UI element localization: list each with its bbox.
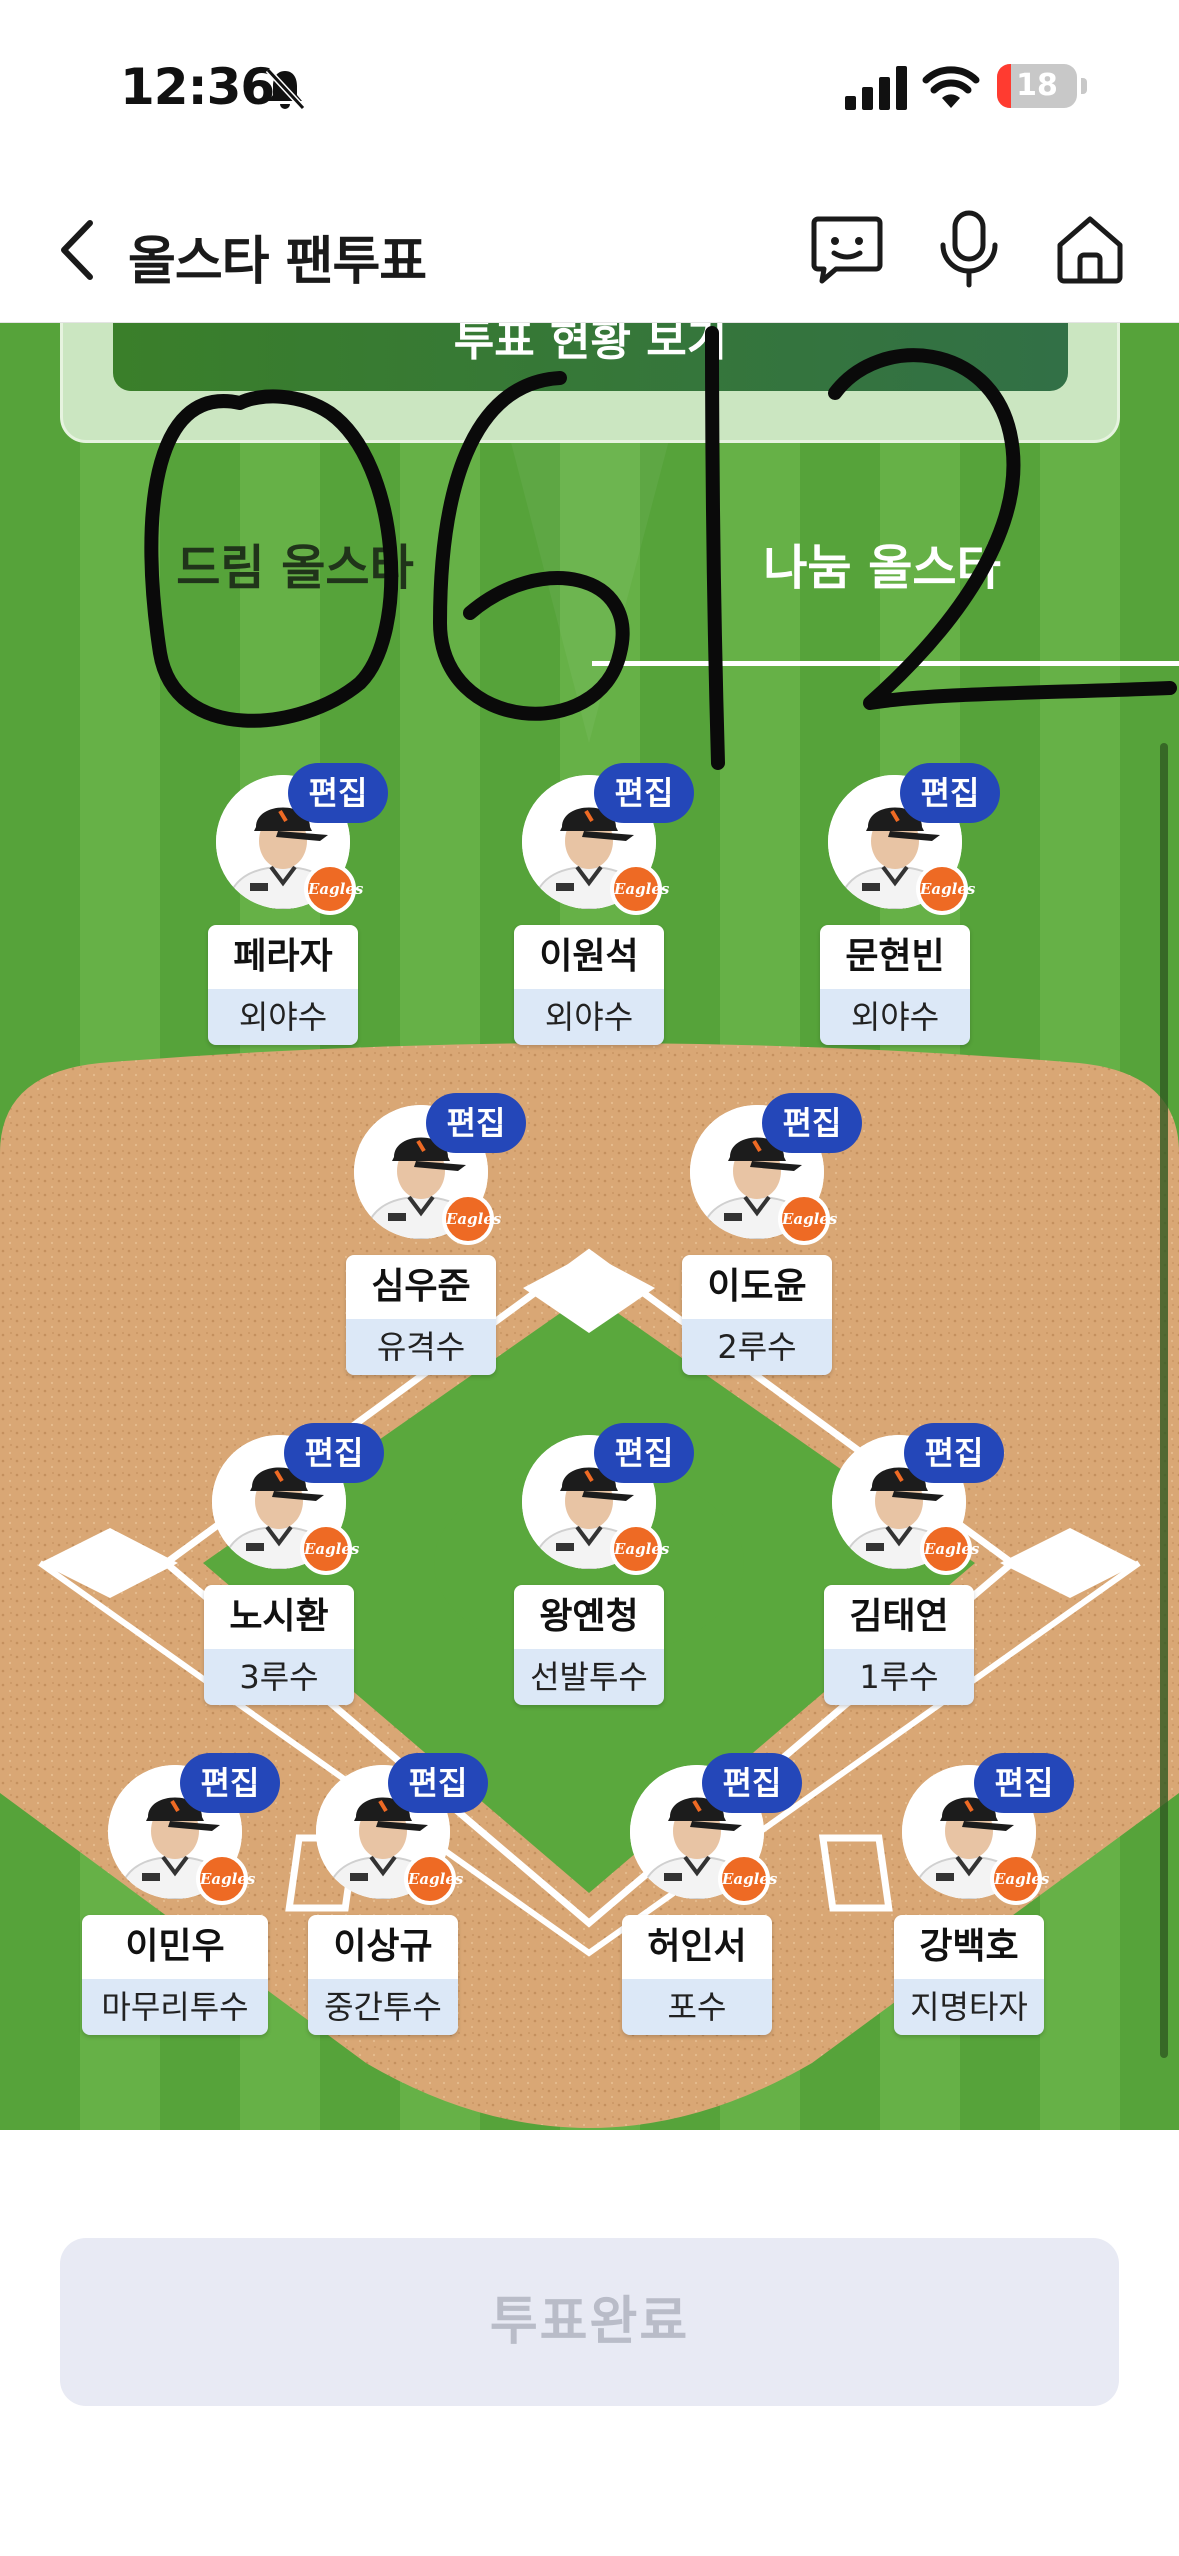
battery-tip [1081,78,1087,94]
player-card: 허인서 포수 [622,1915,772,2035]
battery-indicator: 18 [997,64,1077,108]
eagles-logo-icon: Eagles [916,863,975,915]
nav-bar: 올스타 팬투표 [0,175,1179,323]
player-name: 강백호 [894,1915,1044,1979]
player-card: 왕옌청 선발투수 [514,1585,664,1705]
player-position: 2루수 [682,1319,832,1375]
player-position: 지명타자 [894,1979,1044,2035]
edit-button[interactable]: 편집 [594,1423,694,1483]
player-card: 페라자 외야수 [208,925,358,1045]
player-position: 외야수 [514,989,664,1045]
player-name: 노시환 [204,1585,354,1649]
player-position: 포수 [622,1979,772,2035]
player-name: 왕옌청 [514,1585,664,1649]
edit-button[interactable]: 편집 [900,763,1000,823]
player-position: 1루수 [824,1649,974,1705]
eagles-logo-icon: Eagles [990,1853,1049,1905]
status-bar: 12:36 18 [0,0,1179,175]
edit-button[interactable]: 편집 [762,1093,862,1153]
baseball-field: 투표 현황 보기 드림 올스타 나눔 올스타 Eagles 편집 페라자 외야수 [0,323,1179,2130]
edit-button[interactable]: 편집 [974,1753,1074,1813]
eagles-logo-icon: Eagles [610,1523,669,1575]
cellular-signal-icon [845,66,907,110]
edit-button[interactable]: 편집 [594,763,694,823]
player-name: 이민우 [82,1915,268,1979]
eagles-logo-icon: Eagles [442,1193,501,1245]
player-card: 이민우 마무리투수 [82,1915,268,2035]
edit-button[interactable]: 편집 [288,763,388,823]
player-position: 외야수 [820,989,970,1045]
player-card: 심우준 유격수 [346,1255,496,1375]
player-position: 유격수 [346,1319,496,1375]
player-card: 노시환 3루수 [204,1585,354,1705]
back-arrow-icon[interactable] [48,215,108,285]
tab-nanum-allstar[interactable]: 나눔 올스타 [632,528,1132,598]
chat-bot-icon[interactable] [810,213,884,287]
player-position: 외야수 [208,989,358,1045]
eagles-logo-icon: Eagles [718,1853,777,1905]
player-card: 강백호 지명타자 [894,1915,1044,2035]
edit-button[interactable]: 편집 [426,1093,526,1153]
player-position: 3루수 [204,1649,354,1705]
eagles-logo-icon: Eagles [920,1523,979,1575]
player-card: 이상규 중간투수 [308,1915,458,2035]
player-card: 문현빈 외야수 [820,925,970,1045]
player-name: 문현빈 [820,925,970,989]
battery-level: 18 [1016,68,1058,103]
edit-button[interactable]: 편집 [904,1423,1004,1483]
wifi-icon [922,66,980,108]
tab-dream-allstar[interactable]: 드림 올스타 [45,528,545,598]
player-name: 페라자 [208,925,358,989]
eagles-logo-icon: Eagles [300,1523,359,1575]
page-title: 올스타 팬투표 [128,232,427,292]
player-name: 이원석 [514,925,664,989]
player-name: 이상규 [308,1915,458,1979]
player-position: 중간투수 [308,1979,458,2035]
player-name: 이도윤 [682,1255,832,1319]
home-icon[interactable] [1052,211,1128,287]
edit-button[interactable]: 편집 [284,1423,384,1483]
player-name: 심우준 [346,1255,496,1319]
player-card: 이도윤 2루수 [682,1255,832,1375]
eagles-logo-icon: Eagles [610,863,669,915]
eagles-logo-icon: Eagles [404,1853,463,1905]
player-name: 김태연 [824,1585,974,1649]
scrollbar[interactable] [1160,743,1168,2058]
player-card: 이원석 외야수 [514,925,664,1045]
view-vote-status-button[interactable]: 투표 현황 보기 [113,323,1068,391]
player-card: 김태연 1루수 [824,1585,974,1705]
eagles-logo-icon: Eagles [778,1193,837,1245]
edit-button[interactable]: 편집 [180,1753,280,1813]
microphone-icon[interactable] [935,209,1003,289]
selected-tab-indicator [592,661,1179,666]
player-name: 허인서 [622,1915,772,1979]
edit-button[interactable]: 편집 [702,1753,802,1813]
edit-button[interactable]: 편집 [388,1753,488,1813]
eagles-logo-icon: Eagles [304,863,363,915]
vote-status-panel: 투표 현황 보기 [60,323,1120,443]
player-position: 선발투수 [514,1649,664,1705]
bell-off-icon [265,67,306,111]
bottom-action-area: 투표완료 [0,2130,1179,2556]
status-time: 12:36 [120,58,275,116]
submit-vote-button[interactable]: 투표완료 [60,2238,1119,2406]
player-position: 마무리투수 [82,1979,268,2035]
eagles-logo-icon: Eagles [196,1853,255,1905]
